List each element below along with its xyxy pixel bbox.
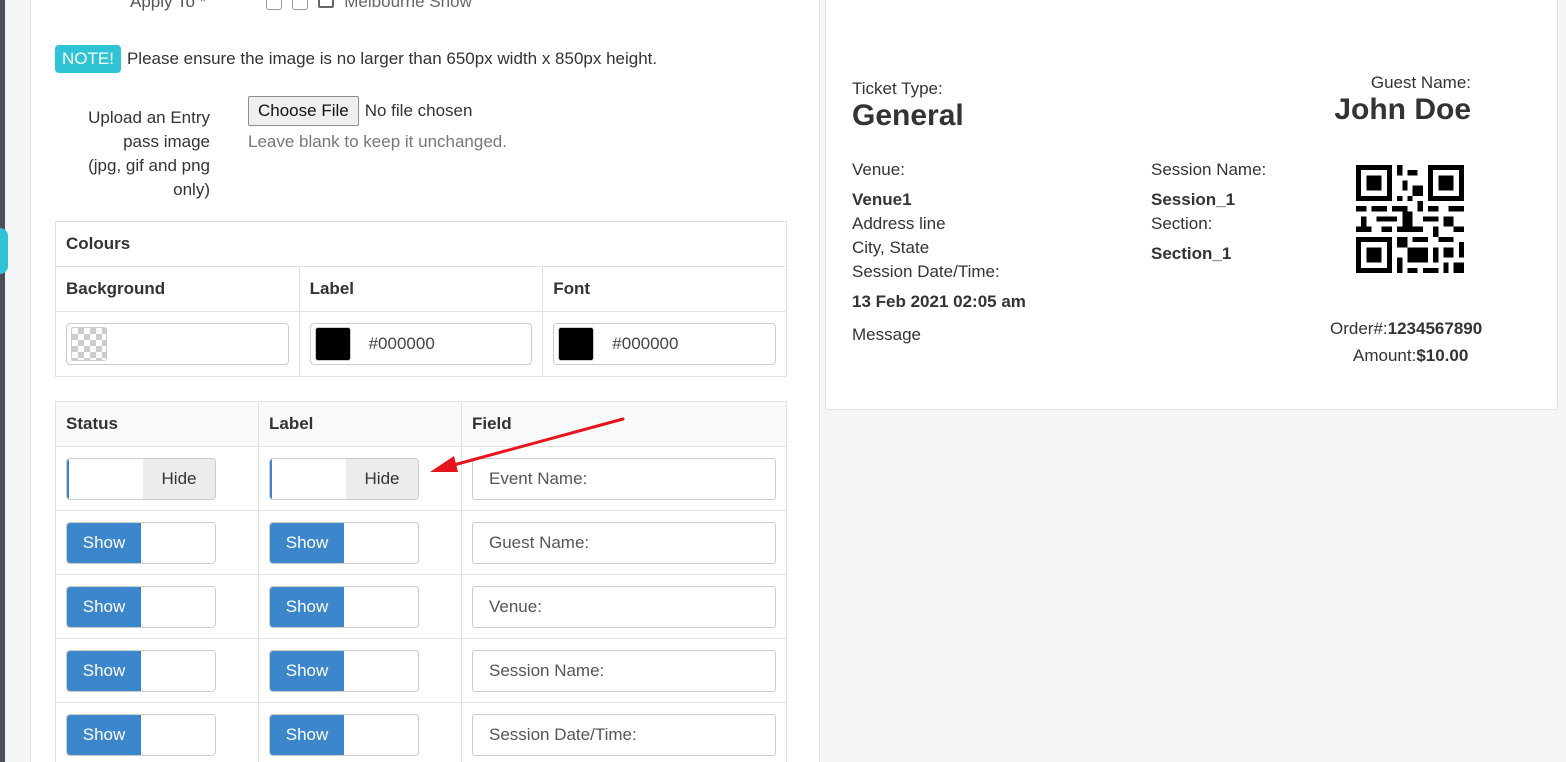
- session-name-label: Session Name:: [1151, 160, 1267, 179]
- status-toggle[interactable]: Show: [66, 713, 216, 756]
- left-sidebar-edge: [0, 0, 5, 762]
- session-name: Session_1: [1151, 190, 1236, 209]
- table-row: Show Show: [55, 574, 787, 639]
- order-number: Order#:1234567890: [1330, 319, 1483, 338]
- status-toggle[interactable]: Hide: [66, 457, 216, 500]
- col-status: Status: [55, 401, 259, 447]
- ticket-type: General: [852, 99, 964, 132]
- label-toggle[interactable]: Show: [269, 713, 419, 756]
- upload-image-label: Upload an Entry pass image (jpg, gif and…: [88, 108, 210, 199]
- choose-file-button[interactable]: Choose File: [248, 96, 359, 126]
- ticket-message: Message: [852, 325, 921, 344]
- font-color-picker[interactable]: #000000: [553, 323, 776, 365]
- red-annotation-arrow: [430, 417, 625, 472]
- font-color-value: #000000: [612, 334, 679, 353]
- field-label-input[interactable]: [472, 521, 776, 564]
- apply-to-row: Apply To * Melbourne Show: [130, 0, 472, 12]
- label-toggle[interactable]: Show: [269, 521, 419, 564]
- status-toggle[interactable]: Show: [66, 585, 216, 628]
- apply-all-checkbox[interactable]: [266, 0, 283, 10]
- session-datetime-label: Session Date/Time:: [852, 262, 1000, 281]
- label-color-picker[interactable]: #000000: [309, 323, 533, 365]
- background-swatch[interactable]: [71, 327, 107, 361]
- venue-label: Venue:: [852, 160, 905, 179]
- qr-code-icon: [1356, 165, 1464, 273]
- label-toggle[interactable]: Show: [269, 649, 419, 692]
- status-toggle[interactable]: Show: [66, 649, 216, 692]
- colours-table: Colours Background Label Font #000000 #0…: [55, 221, 787, 377]
- file-status: No file chosen: [364, 101, 473, 120]
- venue-name: Venue1: [852, 190, 912, 209]
- label-color-value: #000000: [368, 334, 435, 353]
- field-label-input[interactable]: [472, 585, 776, 628]
- label-toggle[interactable]: Show: [269, 585, 419, 628]
- ticket-type-label: Ticket Type:: [852, 79, 943, 98]
- label-toggle[interactable]: Hide: [269, 457, 419, 500]
- file-upload-control: Choose File No file chosen: [248, 96, 472, 126]
- font-swatch[interactable]: [558, 327, 595, 361]
- guest-name: John Doe: [1334, 93, 1471, 126]
- venue-address: Address line: [852, 214, 946, 233]
- colour-col-label: Label: [298, 266, 544, 312]
- ticket-preview: Ticket Type: General Guest Name: John Do…: [825, 0, 1558, 410]
- venue-city: City, State: [852, 238, 930, 257]
- colour-col-font: Font: [542, 266, 787, 312]
- monitor-icon: [318, 0, 335, 8]
- colours-title: Colours: [55, 221, 787, 267]
- apply-to-label: Apply To *: [130, 0, 207, 11]
- section-label: Section:: [1151, 214, 1213, 233]
- note-badge: NOTE!: [55, 45, 121, 73]
- guest-name-label: Guest Name:: [1370, 73, 1471, 92]
- colour-col-background: Background: [55, 266, 300, 312]
- table-row: Show Show: [55, 638, 787, 703]
- section-name: Section_1: [1151, 244, 1232, 263]
- image-size-note: NOTE! Please ensure the image is no larg…: [55, 45, 657, 73]
- status-toggle[interactable]: Show: [66, 521, 216, 564]
- table-row: Show Show: [55, 702, 787, 762]
- apply-option-checkbox[interactable]: [292, 0, 309, 10]
- apply-option-label: Melbourne Show: [344, 0, 472, 11]
- field-label-input[interactable]: [472, 713, 776, 756]
- sidebar-collapse-handle[interactable]: [0, 228, 8, 274]
- session-datetime: 13 Feb 2021 02:05 am: [852, 292, 1026, 311]
- amount: Amount:$10.00: [1353, 346, 1469, 365]
- table-row: Show Show: [55, 510, 787, 575]
- background-color-picker[interactable]: [66, 323, 289, 365]
- field-label-input[interactable]: [472, 649, 776, 692]
- upload-help-text: Leave blank to keep it unchanged.: [248, 132, 507, 151]
- label-swatch[interactable]: [314, 327, 351, 361]
- note-text: Please ensure the image is no larger tha…: [126, 49, 658, 68]
